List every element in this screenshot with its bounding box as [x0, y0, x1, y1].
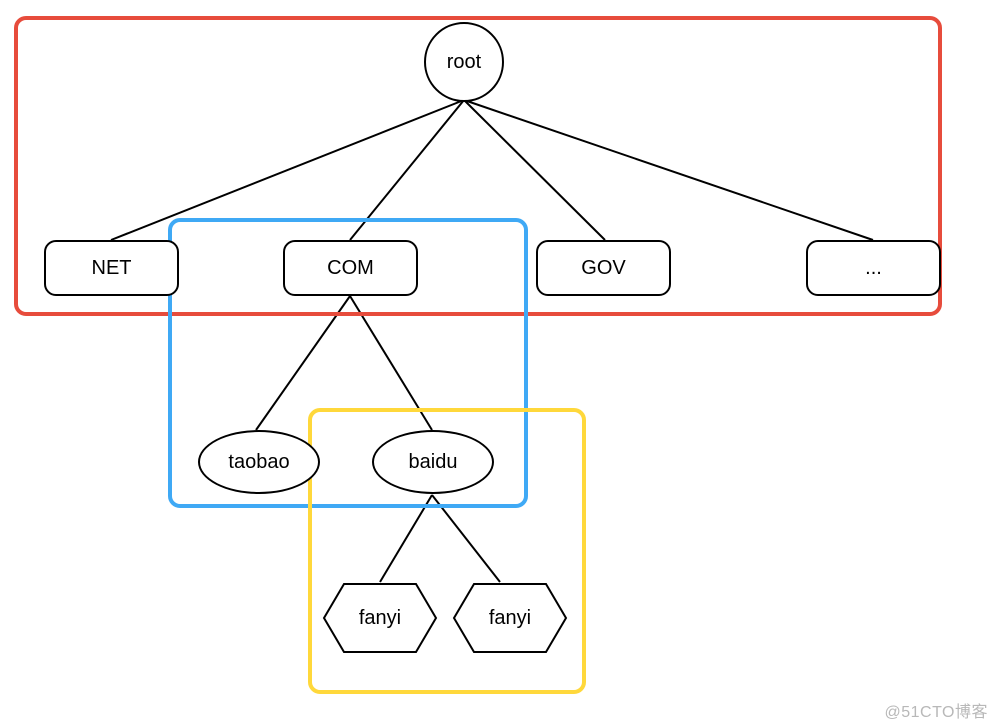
node-taobao: taobao	[198, 430, 320, 494]
label-fanyi-2: fanyi	[489, 607, 531, 630]
node-baidu: baidu	[372, 430, 494, 494]
node-com: COM	[283, 240, 418, 296]
node-fanyi-1: fanyi	[322, 582, 438, 654]
label-gov: GOV	[581, 257, 625, 280]
node-root: root	[424, 22, 504, 102]
node-fanyi-2: fanyi	[452, 582, 568, 654]
label-fanyi-1: fanyi	[359, 607, 401, 630]
label-taobao: taobao	[228, 451, 289, 474]
dns-hierarchy-diagram: root NET COM GOV ... taobao baidu fanyi …	[0, 0, 996, 728]
label-more: ...	[865, 257, 882, 280]
label-net: NET	[92, 257, 132, 280]
label-baidu: baidu	[409, 451, 458, 474]
label-root: root	[447, 51, 481, 74]
label-com: COM	[327, 257, 374, 280]
node-gov: GOV	[536, 240, 671, 296]
node-more-tlds: ...	[806, 240, 941, 296]
watermark: @51CTO博客	[884, 698, 988, 722]
node-net: NET	[44, 240, 179, 296]
